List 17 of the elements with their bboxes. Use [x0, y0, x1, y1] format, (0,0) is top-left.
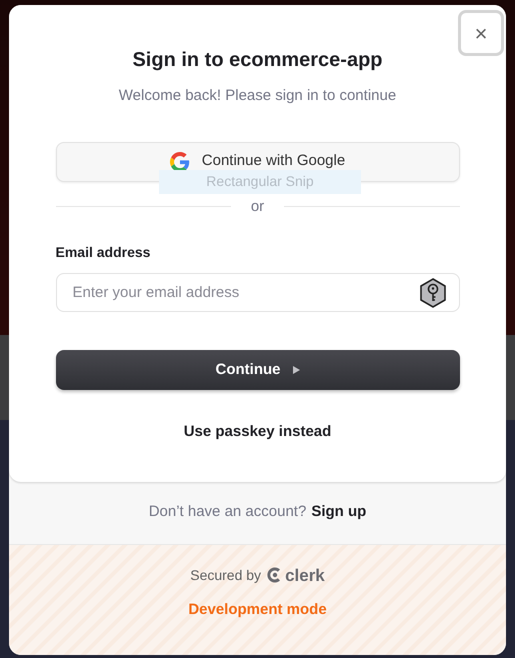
continue-button[interactable]: Continue [56, 350, 460, 390]
close-button[interactable]: × [458, 10, 504, 56]
email-label: Email address [56, 243, 152, 262]
dialog-subtitle: Welcome back! Please sign in to continue [118, 86, 396, 106]
sign-up-prompt: Don’t have an account? [148, 502, 306, 522]
passkey-link[interactable]: Use passkey instead [184, 421, 332, 444]
secured-by-label: Secured by [190, 566, 262, 585]
dialog-title: Sign in to ecommerce-app [132, 48, 383, 73]
email-field[interactable]: Enter your email address [56, 273, 460, 312]
snip-tooltip: Rectangular Snip [159, 170, 361, 194]
google-logo-icon [170, 152, 190, 172]
triangle-icon [292, 366, 300, 374]
key-icon[interactable] [418, 278, 446, 308]
sign-up-link[interactable]: Sign up [311, 501, 366, 524]
development-mode-label: Development mode [188, 600, 327, 620]
divider-label: or [250, 196, 264, 216]
clerk-brand-label: clerk [285, 566, 325, 584]
